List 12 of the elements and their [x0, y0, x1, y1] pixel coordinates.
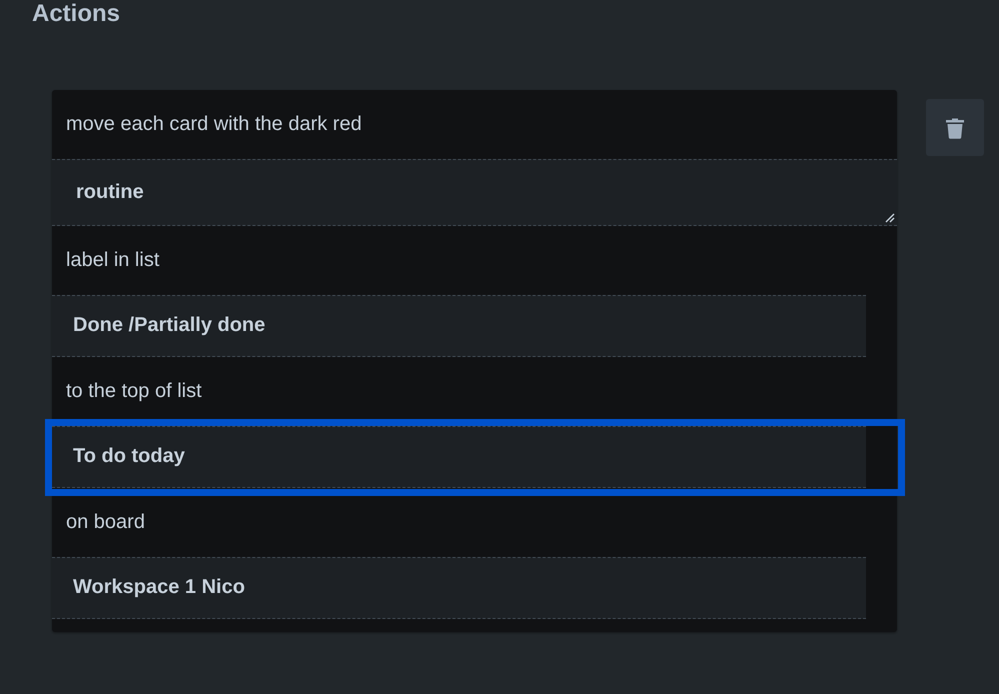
- rule-text: label in list: [65, 248, 160, 273]
- rule-text: to the top of list: [65, 379, 203, 404]
- delete-button[interactable]: [926, 99, 984, 156]
- text-field[interactable]: To do today: [52, 426, 866, 488]
- resize-grip-icon[interactable]: [885, 213, 895, 223]
- section-title: Actions: [32, 0, 120, 28]
- trash-icon: [945, 116, 965, 138]
- text-field[interactable]: Workspace 1 Nico: [52, 557, 866, 619]
- text-area[interactable]: routine: [52, 159, 897, 226]
- rule-text: on board: [65, 510, 146, 535]
- text-field[interactable]: Done /Partially done: [52, 295, 866, 357]
- rule-text: move each card with the dark red: [65, 112, 363, 137]
